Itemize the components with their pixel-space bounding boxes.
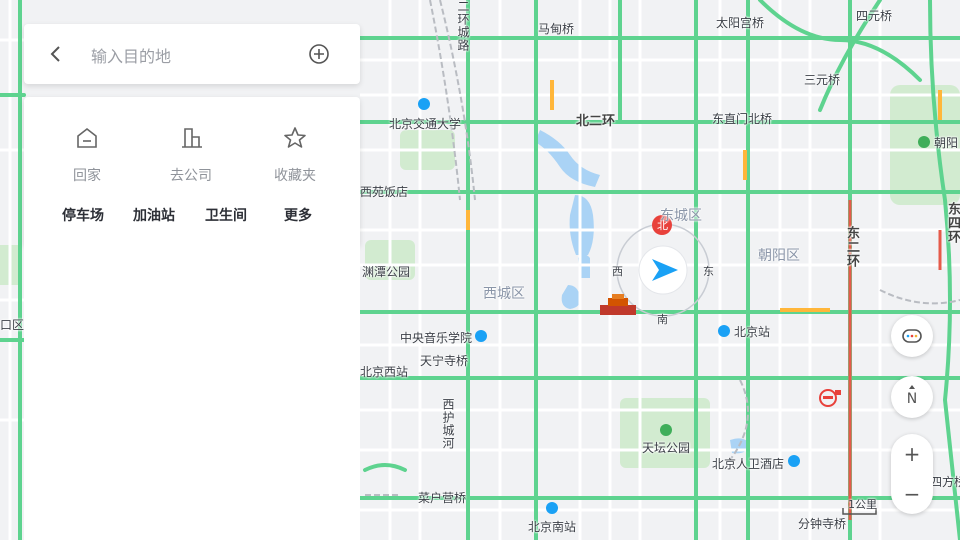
district-label: 朝阳区 bbox=[758, 248, 800, 264]
poi-label: 北京南站 bbox=[528, 520, 577, 534]
office-icon bbox=[182, 128, 202, 148]
road-label-east-4th-ring: 东四环 bbox=[945, 202, 960, 244]
back-icon[interactable] bbox=[44, 40, 68, 68]
bridge-label: 三元桥 bbox=[804, 73, 841, 87]
poi-label: 渊潭公园 bbox=[362, 265, 411, 279]
quick-link-gas-station[interactable]: 加油站 bbox=[133, 205, 175, 225]
station-icon bbox=[546, 502, 558, 514]
bridge-label: 太阳宫桥 bbox=[716, 16, 765, 30]
star-icon bbox=[284, 127, 306, 148]
poi-label: 天宁寺桥 bbox=[420, 354, 469, 368]
shortcut-panel: 回家 去公司 收藏夹 停车场 加油站 卫生间 更多 bbox=[24, 97, 360, 245]
destination-input[interactable]: 输入目的地 bbox=[91, 43, 171, 67]
school-icon bbox=[475, 330, 487, 342]
district-label-partial: 口区 bbox=[0, 318, 25, 332]
poi-label: 北京人卫酒店 bbox=[712, 457, 785, 471]
traffic-camera-icon bbox=[819, 389, 841, 407]
road-label-east-2nd-ring: 东二环 bbox=[844, 226, 859, 268]
side-panel-body bbox=[24, 245, 360, 540]
search-bar: 输入目的地 bbox=[24, 24, 360, 84]
poi-label: 北京站 bbox=[734, 325, 771, 339]
tiananmen-icon bbox=[600, 294, 636, 315]
quick-link-more[interactable]: 更多 bbox=[284, 205, 312, 225]
shortcut-label: 收藏夹 bbox=[274, 168, 316, 184]
add-waypoint-icon[interactable] bbox=[307, 42, 331, 66]
north-label: N bbox=[906, 391, 918, 407]
home-icon bbox=[77, 127, 97, 148]
bridge-label: 分钟寺桥 bbox=[798, 517, 847, 531]
station-icon bbox=[718, 325, 730, 337]
scale-label: 1公里 bbox=[848, 498, 877, 511]
park-icon bbox=[660, 424, 672, 436]
compass-east: 东 bbox=[703, 265, 714, 278]
shortcut-home[interactable]: 回家 bbox=[51, 125, 123, 185]
poi-label: 朝阳 bbox=[934, 136, 959, 150]
poi-label: 北京交通大学 bbox=[389, 117, 462, 131]
north-up-button[interactable]: N bbox=[891, 376, 933, 418]
poi-label: 中央音乐学院 bbox=[400, 331, 473, 345]
bridge-label: 四元桥 bbox=[856, 9, 893, 23]
poi-label: 西苑饭店 bbox=[360, 185, 409, 199]
university-icon bbox=[418, 98, 430, 110]
zoom-out-button[interactable]: − bbox=[891, 474, 933, 514]
bridge-label: 马甸桥 bbox=[538, 22, 575, 36]
zoom-control: + − bbox=[891, 434, 933, 514]
district-label: 西城区 bbox=[483, 286, 525, 302]
shortcut-label: 回家 bbox=[73, 168, 101, 184]
road-label-north-2nd-ring: 北二环 bbox=[576, 114, 616, 129]
bridge-label: 东直门北桥 bbox=[712, 112, 773, 126]
compass-south: 南 bbox=[657, 313, 668, 326]
shortcut-office[interactable]: 去公司 bbox=[155, 125, 227, 185]
voice-assistant-button[interactable] bbox=[891, 315, 933, 357]
zoom-in-button[interactable]: + bbox=[891, 434, 933, 474]
shortcut-favorites[interactable]: 收藏夹 bbox=[259, 125, 331, 185]
chat-bubble-icon bbox=[902, 329, 922, 343]
road-label-xihucheng: 西护城河 bbox=[441, 398, 455, 450]
park-icon bbox=[918, 136, 930, 148]
quick-link-parking[interactable]: 停车场 bbox=[62, 205, 104, 225]
compass-north: 北 bbox=[657, 219, 668, 232]
poi-label: 天坛公园 bbox=[642, 441, 691, 455]
shortcut-label: 去公司 bbox=[170, 168, 212, 184]
hotel-icon bbox=[788, 455, 800, 467]
road-label-ring-road: 二环城路 bbox=[456, 0, 470, 52]
compass-west: 西 bbox=[612, 265, 623, 278]
bridge-label: 四方桥 bbox=[930, 475, 960, 489]
bridge-label: 菜户营桥 bbox=[418, 491, 467, 505]
poi-label: 北京西站 bbox=[360, 365, 409, 379]
quick-link-restroom[interactable]: 卫生间 bbox=[205, 205, 247, 225]
